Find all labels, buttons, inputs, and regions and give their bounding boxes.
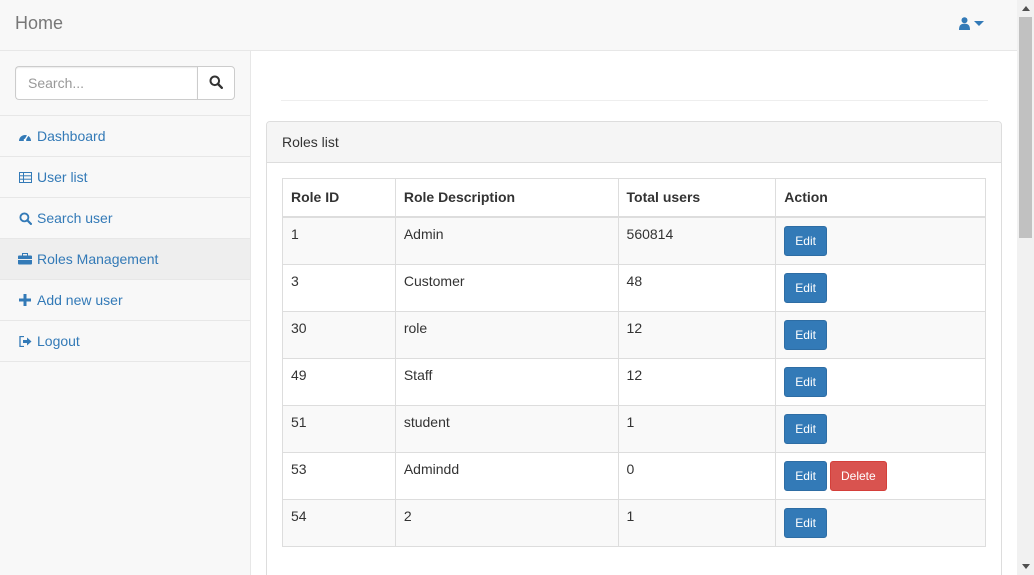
table-icon xyxy=(18,170,32,184)
table-header-row: Role ID Role Description Total users Act… xyxy=(282,178,986,218)
sidebar-item-label: Dashboard xyxy=(37,128,106,144)
sidebar-item-user-list[interactable]: User list xyxy=(0,157,250,198)
role-description-cell: Customer xyxy=(394,263,619,312)
edit-button[interactable]: Edit xyxy=(784,225,827,256)
logout-icon xyxy=(18,334,32,348)
total-users-cell: 0 xyxy=(617,451,777,500)
edit-button[interactable]: Edit xyxy=(784,413,827,444)
role-description-cell: student xyxy=(394,404,619,453)
column-header-total-users: Total users xyxy=(617,178,777,218)
roles-panel: Roles list Role ID Role Description Tota… xyxy=(266,121,1002,575)
table-row: 49 Staff 12 Edit xyxy=(282,357,986,406)
role-id-cell: 51 xyxy=(282,404,396,453)
role-description-cell: Admindd xyxy=(394,451,619,500)
column-header-role-id: Role ID xyxy=(282,178,396,218)
scroll-up-arrow-icon[interactable] xyxy=(1017,0,1034,17)
sidebar: Dashboard User list Search user Roles Ma… xyxy=(0,51,251,575)
edit-button[interactable]: Edit xyxy=(784,507,827,538)
sidebar-item-logout[interactable]: Logout xyxy=(0,321,250,362)
search-input[interactable] xyxy=(15,66,197,100)
vertical-scrollbar[interactable] xyxy=(1017,0,1034,575)
role-description-cell: Staff xyxy=(394,357,619,406)
action-cell: Edit xyxy=(775,404,986,453)
sidebar-item-search-user[interactable]: Search user xyxy=(0,198,250,239)
sidebar-nav: Dashboard User list Search user Roles Ma… xyxy=(0,115,250,362)
edit-button[interactable]: Edit xyxy=(784,366,827,397)
dashboard-icon xyxy=(18,129,32,143)
sidebar-item-label: Roles Management xyxy=(37,251,159,267)
role-id-cell: 53 xyxy=(282,451,396,500)
table-row: 30 role 12 Edit xyxy=(282,310,986,359)
panel-title: Roles list xyxy=(267,122,1001,163)
scrollbar-thumb[interactable] xyxy=(1019,17,1032,238)
table-row: 54 2 1 Edit xyxy=(282,498,986,547)
table-row: 3 Customer 48 Edit xyxy=(282,263,986,312)
total-users-cell: 48 xyxy=(617,263,777,312)
table-row: 1 Admin 560814 Edit xyxy=(282,216,986,265)
search-icon xyxy=(18,211,32,225)
role-description-cell: 2 xyxy=(394,498,619,547)
table-row: 53 Admindd 0 Edit Delete xyxy=(282,451,986,500)
main-content: Roles list Role ID Role Description Tota… xyxy=(251,51,1017,575)
scroll-down-arrow-icon[interactable] xyxy=(1017,558,1034,575)
page-header-divider xyxy=(281,100,988,101)
sidebar-item-dashboard[interactable]: Dashboard xyxy=(0,116,250,157)
action-cell: Edit xyxy=(775,263,986,312)
action-cell: Edit xyxy=(775,498,986,547)
sidebar-item-label: User list xyxy=(37,169,88,185)
user-dropdown-toggle[interactable] xyxy=(959,17,984,30)
role-id-cell: 30 xyxy=(282,310,396,359)
edit-button[interactable]: Edit xyxy=(784,272,827,303)
action-cell: Edit Delete xyxy=(775,451,986,500)
delete-button[interactable]: Delete xyxy=(829,460,887,491)
caret-down-icon xyxy=(974,20,984,27)
sidebar-item-label: Add new user xyxy=(37,292,123,308)
action-cell: Edit xyxy=(775,357,986,406)
sidebar-item-label: Logout xyxy=(37,333,80,349)
search-icon xyxy=(209,75,224,92)
sidebar-item-label: Search user xyxy=(37,210,113,226)
role-description-cell: Admin xyxy=(394,216,619,265)
search-button[interactable] xyxy=(197,66,235,100)
total-users-cell: 1 xyxy=(617,404,777,453)
column-header-role-description: Role Description xyxy=(394,178,619,218)
plus-icon xyxy=(18,293,32,307)
role-id-cell: 54 xyxy=(282,498,396,547)
role-id-cell: 49 xyxy=(282,357,396,406)
action-cell: Edit xyxy=(775,310,986,359)
top-navbar: Home xyxy=(0,0,1017,51)
sidebar-item-roles-management[interactable]: Roles Management xyxy=(0,239,250,280)
action-cell: Edit xyxy=(775,216,986,265)
role-description-cell: role xyxy=(394,310,619,359)
total-users-cell: 560814 xyxy=(617,216,777,265)
role-id-cell: 3 xyxy=(282,263,396,312)
total-users-cell: 12 xyxy=(617,357,777,406)
table-row: 51 student 1 Edit xyxy=(282,404,986,453)
column-header-action: Action xyxy=(775,178,986,218)
user-icon xyxy=(959,17,970,30)
total-users-cell: 12 xyxy=(617,310,777,359)
roles-table: Role ID Role Description Total users Act… xyxy=(282,178,986,547)
sidebar-item-add-new-user[interactable]: Add new user xyxy=(0,280,250,321)
brand-home-link[interactable]: Home xyxy=(15,13,63,34)
edit-button[interactable]: Edit xyxy=(784,319,827,350)
total-users-cell: 1 xyxy=(617,498,777,547)
role-id-cell: 1 xyxy=(282,216,396,265)
edit-button[interactable]: Edit xyxy=(784,460,827,491)
sidebar-search xyxy=(15,66,235,100)
briefcase-icon xyxy=(18,252,32,266)
